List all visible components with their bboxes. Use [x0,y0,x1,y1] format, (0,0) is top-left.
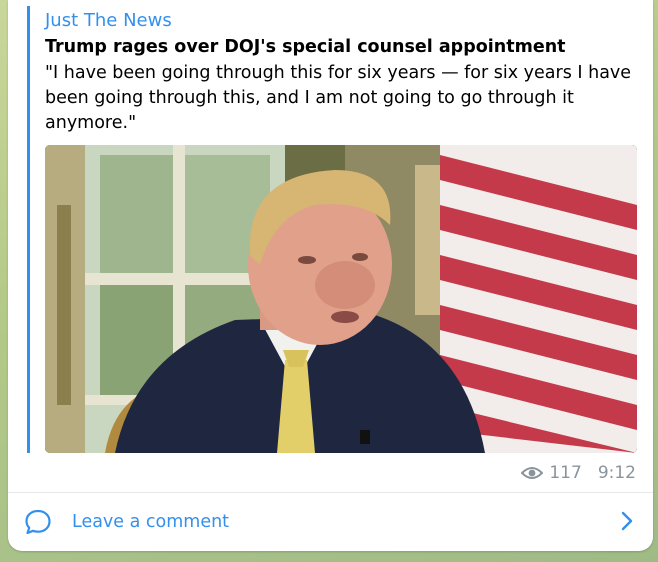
chevron-right-icon [621,511,633,531]
preview-image[interactable] [45,145,637,453]
preview-source: Just The News [45,10,172,31]
view-count: 117 [549,463,582,483]
eye-icon [521,467,544,479]
link-preview[interactable]: Just The News Trump rages over DOJ's spe… [27,6,642,453]
speech-bubble-icon [25,509,51,535]
preview-description: "I have been going through this for six … [45,63,632,133]
message-time: 9:12 [597,463,636,483]
message-bubble: Just The News Trump rages over DOJ's spe… [8,0,653,551]
leave-comment-label: Leave a comment [72,512,230,532]
preview-title: Trump rages over DOJ's special counsel a… [45,37,566,57]
leave-comment-button[interactable]: Leave a comment [8,493,653,551]
preview-image-illustration [45,145,637,453]
message-meta: 117 9:12 [521,462,636,484]
